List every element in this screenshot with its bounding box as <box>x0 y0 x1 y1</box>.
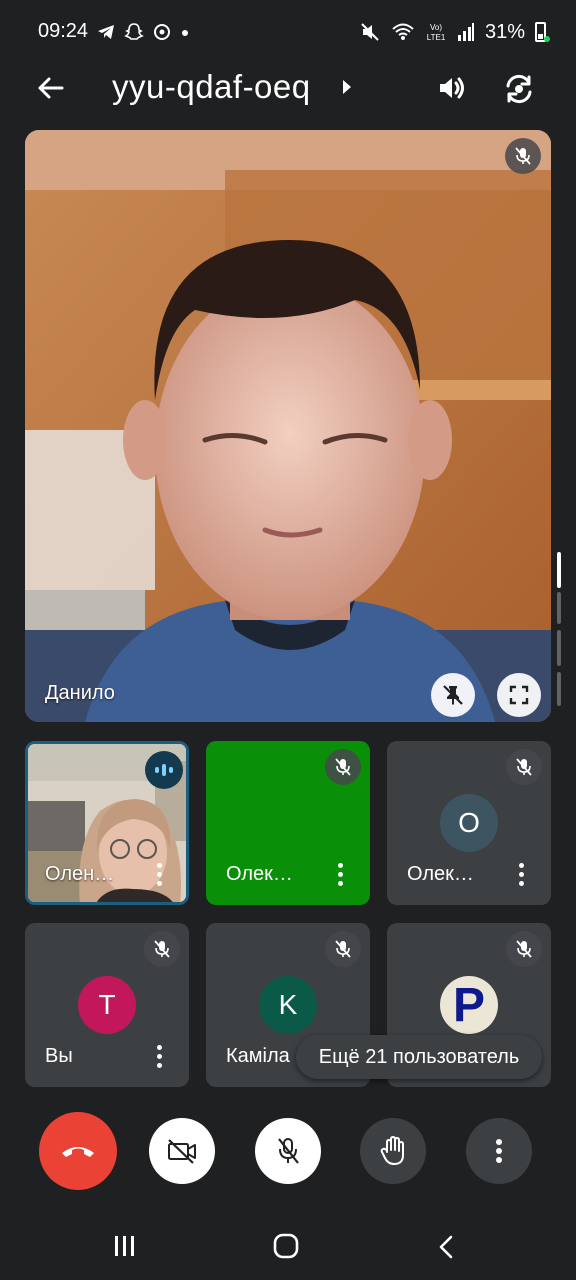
volte-icon: Vo)LTE1 <box>427 23 446 42</box>
avatar: K <box>259 976 317 1034</box>
status-bar: 09:24 Vo) LTE1 31% <box>0 0 576 64</box>
participant-tile[interactable]: Олен… <box>25 741 189 905</box>
hand-icon <box>380 1136 404 1165</box>
snapchat-icon <box>124 23 144 40</box>
audio-level-icon <box>155 764 173 776</box>
mute-icon <box>361 23 379 41</box>
scrollbar-track <box>557 630 561 666</box>
mic-off-indicator <box>506 931 542 967</box>
participant-tile[interactable]: Олек… <box>206 741 370 905</box>
participant-name: Вы <box>45 1045 73 1067</box>
svg-text:LTE1: LTE1 <box>427 33 446 42</box>
participant-tile[interactable]: O Олек… <box>387 741 551 905</box>
end-call-button[interactable] <box>39 1112 117 1190</box>
avatar: O <box>440 794 498 852</box>
scrollbar-track <box>557 672 561 706</box>
mic-off-icon <box>278 1138 299 1164</box>
battery-percent: 31% <box>484 20 525 43</box>
participant-more-button[interactable] <box>149 859 169 889</box>
notification-icons <box>96 20 190 44</box>
self-tile[interactable]: T Вы <box>25 923 189 1087</box>
participant-more-button[interactable] <box>330 859 350 889</box>
system-status: Vo) LTE1 31% <box>359 20 546 44</box>
meeting-header: yyu-qdaf-oeq <box>0 64 576 112</box>
speaker-icon[interactable] <box>436 72 468 104</box>
mic-toggle-button[interactable] <box>255 1118 321 1184</box>
participant-video <box>25 130 551 722</box>
participant-name: Данило <box>45 682 115 704</box>
signal-icon <box>457 23 474 41</box>
hang-up-icon <box>62 1147 94 1157</box>
participant-more-button[interactable] <box>511 859 531 889</box>
mic-off-indicator <box>505 138 541 174</box>
fullscreen-icon <box>509 685 529 705</box>
back-icon[interactable] <box>436 1234 456 1260</box>
more-options-button[interactable] <box>466 1118 532 1184</box>
switch-camera-icon[interactable] <box>502 72 536 106</box>
mic-off-icon <box>515 147 531 165</box>
participant-name: Олек… <box>407 863 474 885</box>
privacy-indicator <box>544 36 550 42</box>
recent-apps-icon[interactable] <box>112 1234 138 1258</box>
mic-off-indicator <box>144 931 180 967</box>
meeting-info-chevron-icon[interactable] <box>343 80 351 94</box>
status-time: 09:24 <box>38 20 89 42</box>
avatar: T <box>78 976 136 1034</box>
scrollbar-track <box>557 592 561 624</box>
mic-off-icon <box>154 940 170 958</box>
mic-off-icon <box>516 758 532 776</box>
speaking-indicator <box>145 751 183 789</box>
system-nav-bar <box>0 1212 576 1280</box>
participant-more-button[interactable] <box>149 1041 169 1071</box>
unpin-icon <box>443 685 463 705</box>
participant-name: Олек… <box>226 863 293 885</box>
avatar: P <box>440 976 498 1034</box>
wifi-icon <box>392 23 414 40</box>
unpin-button[interactable] <box>431 673 475 717</box>
telegram-icon <box>98 25 114 39</box>
sync-icon <box>154 24 170 40</box>
raise-hand-button[interactable] <box>360 1118 426 1184</box>
fullscreen-button[interactable] <box>497 673 541 717</box>
dot-icon <box>182 30 188 36</box>
svg-text:Vo): Vo) <box>430 23 442 32</box>
participant-name: Олен… <box>45 863 115 885</box>
mic-off-indicator <box>506 749 542 785</box>
mic-off-icon <box>516 940 532 958</box>
home-icon[interactable] <box>272 1232 300 1260</box>
mic-off-indicator <box>325 931 361 967</box>
more-vert-icon <box>496 1139 502 1163</box>
camera-off-icon <box>168 1139 196 1164</box>
meeting-code[interactable]: yyu-qdaf-oeq <box>112 68 311 106</box>
mic-off-icon <box>335 940 351 958</box>
more-participants-chip[interactable]: Ещё 21 пользователь <box>296 1035 542 1079</box>
back-arrow-icon[interactable] <box>34 72 66 104</box>
mic-off-icon <box>335 758 351 776</box>
camera-toggle-button[interactable] <box>149 1118 215 1184</box>
participant-name: Каміла <box>226 1045 290 1067</box>
mic-off-indicator <box>325 749 361 785</box>
main-video-tile[interactable]: Данило <box>25 130 551 722</box>
scrollbar-thumb[interactable] <box>557 552 561 588</box>
